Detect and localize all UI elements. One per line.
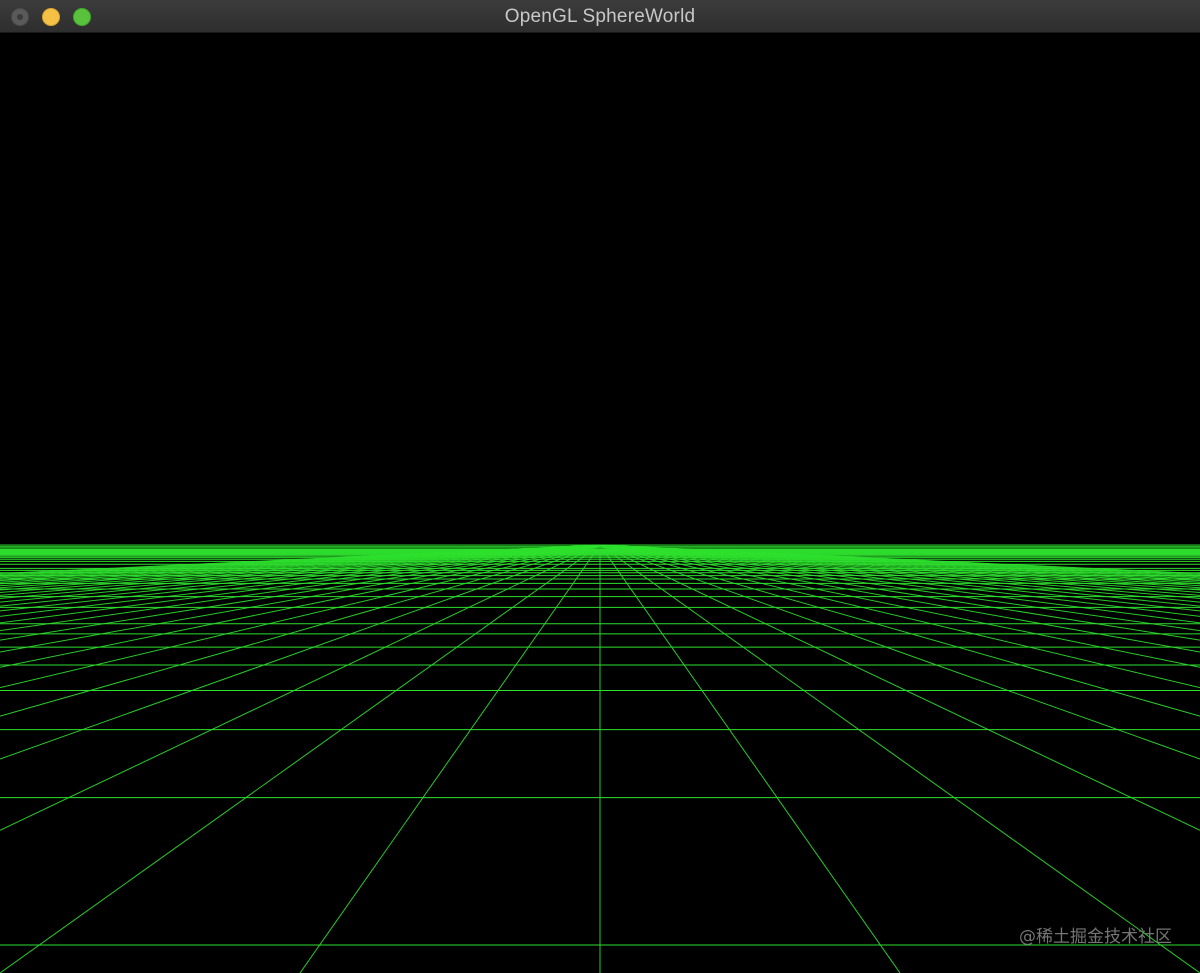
opengl-viewport[interactable]: @稀土掘金技术社区 <box>0 33 1200 973</box>
title-bar[interactable]: OpenGL SphereWorld <box>0 0 1200 33</box>
grid-line-vertical <box>0 544 601 973</box>
grid-line-vertical <box>599 544 901 973</box>
floor-grid <box>0 544 1200 973</box>
window-title: OpenGL SphereWorld <box>504 6 696 27</box>
grid-line-vertical <box>299 544 601 973</box>
watermark-text: @稀土掘金技术社区 <box>1019 927 1172 947</box>
grid-line-vertical <box>599 544 1200 973</box>
app-window: OpenGL SphereWorld @稀土掘金技术社区 <box>0 0 1200 973</box>
